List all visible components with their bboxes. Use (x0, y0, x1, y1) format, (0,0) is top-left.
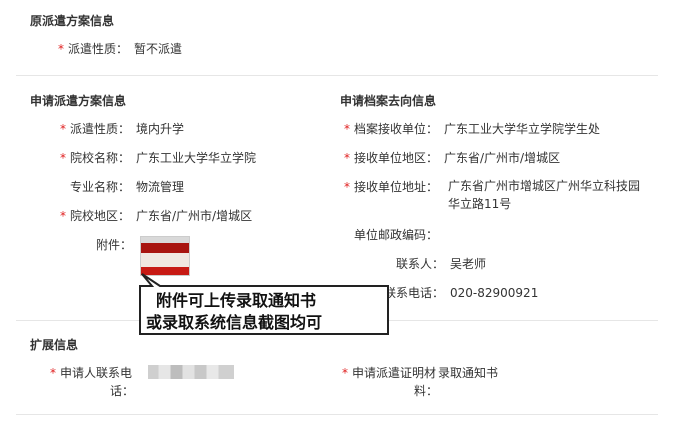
blurred-phone-value (148, 365, 234, 379)
field-value: 吴老师 (450, 257, 487, 271)
archive-phone-row: 联系电话： 020-82900921 (384, 284, 538, 301)
apply-school-region-row: * 院校地区： 广东省/广州市/增城区 (60, 207, 252, 224)
field-label: 联系人： (396, 257, 445, 271)
required-asterisk: * (344, 122, 350, 136)
archive-address-value: 广东省广州市增城区广州华立科技园华立路11号 (448, 179, 641, 211)
proof-material-row: * 申请派遣证明材 录取通知书 (342, 364, 498, 381)
field-value: 境内升学 (136, 122, 185, 136)
annotation-callout: 附件可上传录取通知书 或录取系统信息截图均可 (138, 273, 390, 336)
callout-line-2: 或录取系统信息截图均可 (146, 313, 323, 332)
applicant-phone-label: * 申请人联系电 (50, 364, 132, 381)
field-label: 附件： (96, 238, 133, 252)
field-label: 申请人联系电 (60, 366, 133, 380)
apply-attachment-row: 附件： (96, 236, 132, 253)
field-value: 广东省/广州市/增城区 (136, 209, 253, 223)
field-value: 广东工业大学华立学院学生处 (444, 122, 601, 136)
section-title-archive: 申请档案去向信息 (340, 94, 437, 108)
required-asterisk: * (344, 180, 350, 194)
field-value: 录取通知书 (438, 366, 499, 380)
section-title-original: 原派遣方案信息 (30, 14, 115, 28)
applicant-phone-label-line2: 话： (110, 384, 135, 398)
required-asterisk: * (60, 122, 66, 136)
field-label: 派遣性质： (70, 122, 131, 136)
original-dispatch-nature-row: * 派遣性质： 暂不派遣 (58, 40, 182, 57)
attachment-thumbnail[interactable] (140, 236, 190, 276)
archive-contact-row: 联系人： 吴老师 (396, 255, 486, 272)
field-value: 暂不派遣 (134, 42, 183, 56)
proof-material-label-line2: 料： (414, 384, 439, 398)
field-label: 档案接收单位： (354, 122, 439, 136)
field-label: 单位邮政编码： (354, 228, 439, 242)
apply-dispatch-nature-row: * 派遣性质： 境内升学 (60, 120, 184, 137)
field-label: 院校名称： (70, 151, 131, 165)
field-label: 院校地区： (70, 209, 131, 223)
archive-address-row: * 接收单位地址： (344, 178, 438, 195)
section-divider (16, 414, 658, 415)
required-asterisk: * (60, 151, 66, 165)
field-value: 020-82900921 (450, 286, 539, 300)
apply-major-row: 专业名称： 物流管理 (70, 178, 184, 195)
archive-postcode-row: 单位邮政编码： (354, 226, 438, 243)
archive-region-row: * 接收单位地区： 广东省/广州市/增城区 (344, 149, 560, 166)
field-label: 派遣性质： (68, 42, 129, 56)
section-title-extended: 扩展信息 (30, 338, 79, 352)
field-value: 广东工业大学华立学院 (136, 151, 257, 165)
required-asterisk: * (58, 42, 64, 56)
required-asterisk: * (50, 366, 56, 380)
section-divider (16, 75, 658, 76)
field-label: 接收单位地址： (354, 180, 439, 194)
archive-unit-row: * 档案接收单位： 广东工业大学华立学院学生处 (344, 120, 600, 137)
field-value: 广东省/广州市/增城区 (444, 151, 561, 165)
section-title-apply: 申请派遣方案信息 (30, 94, 127, 108)
field-label: 接收单位地区： (354, 151, 439, 165)
field-label: 专业名称： (70, 180, 131, 194)
required-asterisk: * (344, 151, 350, 165)
apply-school-name-row: * 院校名称： 广东工业大学华立学院 (60, 149, 256, 166)
callout-line-1: 附件可上传录取通知书 (156, 291, 317, 310)
field-label: 申请派遣证明材 (352, 366, 437, 380)
required-asterisk: * (342, 366, 348, 380)
field-value: 物流管理 (136, 180, 185, 194)
required-asterisk: * (60, 209, 66, 223)
